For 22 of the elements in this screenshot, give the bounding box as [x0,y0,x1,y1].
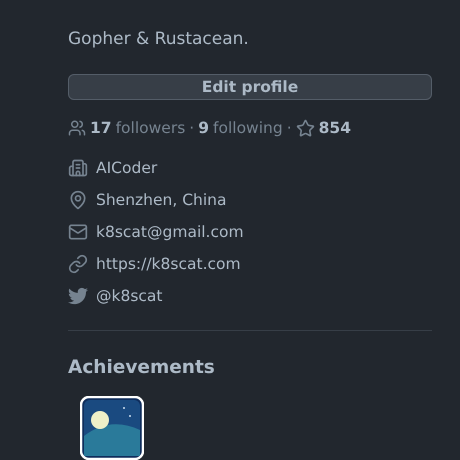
bird-icon [68,286,88,306]
followers-count[interactable]: 17 [90,119,112,138]
edit-profile-button[interactable]: Edit profile [68,74,432,100]
profile-link[interactable]: https://k8scat.com [96,255,241,273]
organization-text: AICoder [96,159,158,177]
following-count[interactable]: 9 [198,119,210,138]
separator-dot: · [286,119,292,138]
location-pin-icon [68,190,88,210]
followers-link[interactable]: followers [116,119,186,138]
separator-dot: · [189,119,194,138]
building-icon [68,158,88,178]
profile-link[interactable]: k8scat@gmail.com [96,223,244,241]
achievements-heading: Achievements [68,357,216,378]
profile-bio: Gopher & Rustacean. [68,28,250,51]
location-text: Shenzhen, China [96,191,226,209]
following-link[interactable]: following [213,119,283,138]
stars-count[interactable]: 854 [318,119,351,138]
mail-icon [68,222,88,242]
link-icon [68,254,88,274]
people-icon [68,119,86,138]
profile-link[interactable]: @k8scat [96,287,163,305]
star-icon [296,118,315,138]
